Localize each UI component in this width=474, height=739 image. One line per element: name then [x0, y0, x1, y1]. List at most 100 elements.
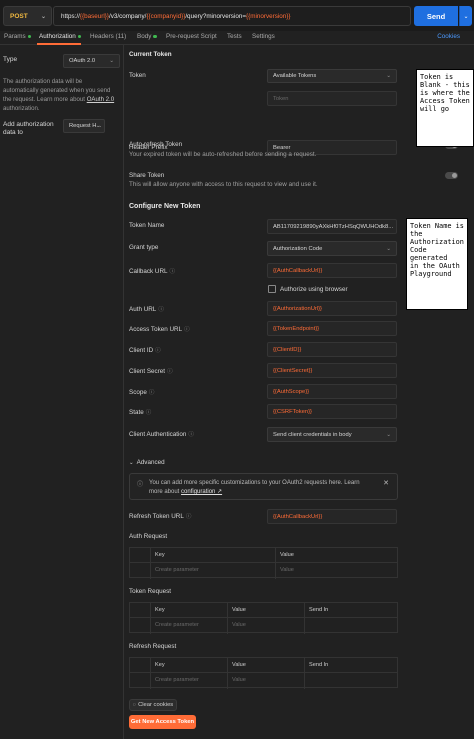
- token-name-input[interactable]: AB11709219890yAXkHf0TzHSqQWUHOdk8...: [267, 219, 397, 234]
- key-input[interactable]: Create parameter: [155, 677, 199, 683]
- key-header: Key: [155, 552, 165, 558]
- auth-request-table: Key Value Create parameter Value: [129, 547, 398, 579]
- info-icon: ⓘ: [188, 432, 194, 438]
- oauth2-learn-more-link[interactable]: OAuth 2.0: [87, 96, 114, 103]
- available-tokens-select[interactable]: Available Tokens ⌄: [267, 69, 397, 83]
- tab-settings[interactable]: Settings: [252, 33, 275, 40]
- value-input[interactable]: Value: [232, 677, 246, 683]
- token-request-table: Key Value Send In Create parameter Value: [129, 602, 398, 634]
- info-icon: ⓘ: [185, 514, 192, 520]
- current-token-heading: Current Token: [129, 51, 172, 58]
- client-auth-label-text: Client Authentication: [129, 431, 187, 438]
- annotation-note-token-name: Token Name is the Authorization Code gen…: [406, 218, 468, 310]
- client-secret-label: Client Secret ⓘ: [129, 367, 173, 375]
- annotation-note-token: Token is Blank - this is where the Acces…: [416, 69, 474, 147]
- url-segment: /v3/company/: [108, 12, 147, 20]
- status-dot-icon: [153, 34, 157, 39]
- table-header-row: Key Value Send In: [130, 603, 397, 618]
- state-label: State ⓘ: [129, 408, 151, 416]
- divider: [150, 603, 151, 634]
- method-select[interactable]: POST ⌄: [3, 6, 52, 26]
- tab-body[interactable]: Body: [137, 33, 157, 40]
- send-in-header: Send In: [309, 662, 329, 668]
- client-secret-input[interactable]: {{ClientSecret}}: [267, 363, 397, 378]
- tab-headers[interactable]: Headers (11): [90, 33, 126, 40]
- divider: [150, 658, 151, 689]
- auth-url-label-text: Auth URL: [129, 306, 157, 313]
- key-input[interactable]: Create parameter: [155, 622, 199, 628]
- tab-params[interactable]: Params: [4, 33, 32, 40]
- close-icon[interactable]: ✕: [383, 479, 389, 487]
- url-variable: {{minorversion}}: [246, 12, 291, 20]
- add-auth-to-label: Add authorization data to: [3, 121, 54, 136]
- refresh-token-url-label: Refresh Token URL ⓘ: [129, 512, 191, 520]
- divider: [304, 658, 305, 689]
- status-dot-icon: [27, 34, 32, 39]
- cookie-icon: ◌: [132, 702, 137, 708]
- callback-url-label: Callback URL ⓘ: [129, 267, 175, 275]
- url-segment: /query?minorversion=: [185, 12, 247, 20]
- client-auth-value: Send client credentials in body: [273, 431, 352, 438]
- url-variable: {{baseurl}}: [79, 12, 109, 20]
- get-new-access-token-button[interactable]: Get New Access Token: [129, 715, 196, 729]
- auth-description-end: authorization.: [3, 105, 40, 112]
- configuration-link[interactable]: configuration ↗: [181, 489, 222, 495]
- cookies-link[interactable]: Cookies: [437, 33, 460, 40]
- table-row: Create parameter Value: [130, 673, 397, 688]
- state-input[interactable]: {{CSRFToken}}: [267, 404, 397, 419]
- chevron-down-icon: ⌄: [386, 245, 391, 252]
- auth-type-value: OAuth 2.0: [69, 58, 96, 64]
- tab-authorization[interactable]: Authorization: [39, 33, 82, 40]
- key-header: Key: [155, 607, 165, 613]
- divider: [227, 603, 228, 634]
- value-input[interactable]: Value: [232, 622, 246, 628]
- refresh-request-table: Key Value Send In Create parameter Value: [129, 657, 398, 689]
- divider: [304, 603, 305, 634]
- share-token-toggle[interactable]: [445, 172, 458, 179]
- auth-type-pane: Type OAuth 2.0 ⌄ The authorization data …: [0, 45, 124, 739]
- client-auth-label: Client Authentication ⓘ: [129, 430, 194, 438]
- share-token-desc: This will allow anyone with access to th…: [129, 181, 318, 188]
- divider: [227, 658, 228, 689]
- token-name-label: Token Name: [129, 222, 165, 229]
- callback-url-label-text: Callback URL: [129, 268, 168, 275]
- request-bar: POST ⌄ https://{{baseurl}}/v3/company/{{…: [0, 0, 474, 31]
- url-input[interactable]: https://{{baseurl}}/v3/company/{{company…: [53, 6, 411, 26]
- clear-cookies-label: Clear cookies: [138, 702, 174, 708]
- callback-url-input[interactable]: {{AuthCallbackUrl}}: [267, 263, 397, 278]
- auth-url-input[interactable]: {{AuthorizationUrl}}: [267, 301, 397, 316]
- authorize-browser-checkbox[interactable]: [268, 285, 276, 293]
- grant-type-label: Grant type: [129, 244, 159, 251]
- auth-type-select[interactable]: OAuth 2.0 ⌄: [63, 54, 120, 68]
- access-token-url-label: Access Token URL ⓘ: [129, 325, 190, 333]
- send-options-chevron-icon[interactable]: ⌄: [459, 6, 472, 26]
- value-header: Value: [232, 662, 246, 668]
- access-token-url-input[interactable]: {{TokenEndpoint}}: [267, 321, 397, 336]
- add-auth-to-select[interactable]: Request H... ⌄: [63, 119, 105, 133]
- tab-authorization-label: Authorization: [39, 33, 76, 40]
- value-input[interactable]: Value: [280, 567, 294, 573]
- advanced-toggle[interactable]: ⌄ Advanced: [129, 459, 165, 466]
- token-input[interactable]: Token: [267, 91, 397, 106]
- client-id-input[interactable]: {{ClientID}}: [267, 342, 397, 357]
- client-id-label: Client ID ⓘ: [129, 346, 161, 354]
- grant-type-select[interactable]: Authorization Code ⌄: [267, 241, 397, 256]
- token-request-label: Token Request: [129, 588, 172, 595]
- clear-cookies-button[interactable]: ◌ Clear cookies: [129, 699, 177, 711]
- share-token-title: Share Token: [129, 172, 165, 179]
- tab-tests[interactable]: Tests: [227, 33, 242, 40]
- scope-input[interactable]: {{AuthScope}}: [267, 384, 397, 399]
- auth-request-label: Auth Request: [129, 533, 168, 540]
- table-header-row: Key Value: [130, 548, 397, 563]
- refresh-token-url-input[interactable]: {{AuthCallbackUrl}}: [267, 509, 397, 524]
- scope-label-text: Scope: [129, 389, 147, 396]
- send-in-header: Send In: [309, 607, 329, 613]
- status-dot-icon: [77, 34, 82, 39]
- refresh-token-url-label-text: Refresh Token URL: [129, 513, 184, 520]
- tab-body-label: Body: [137, 33, 152, 40]
- tab-pre-request-script[interactable]: Pre-request Script: [166, 33, 217, 40]
- client-auth-select[interactable]: Send client credentials in body ⌄: [267, 427, 397, 442]
- chevron-down-icon: ⌄: [386, 431, 391, 438]
- key-input[interactable]: Create parameter: [155, 567, 199, 573]
- send-button[interactable]: Send: [414, 6, 458, 26]
